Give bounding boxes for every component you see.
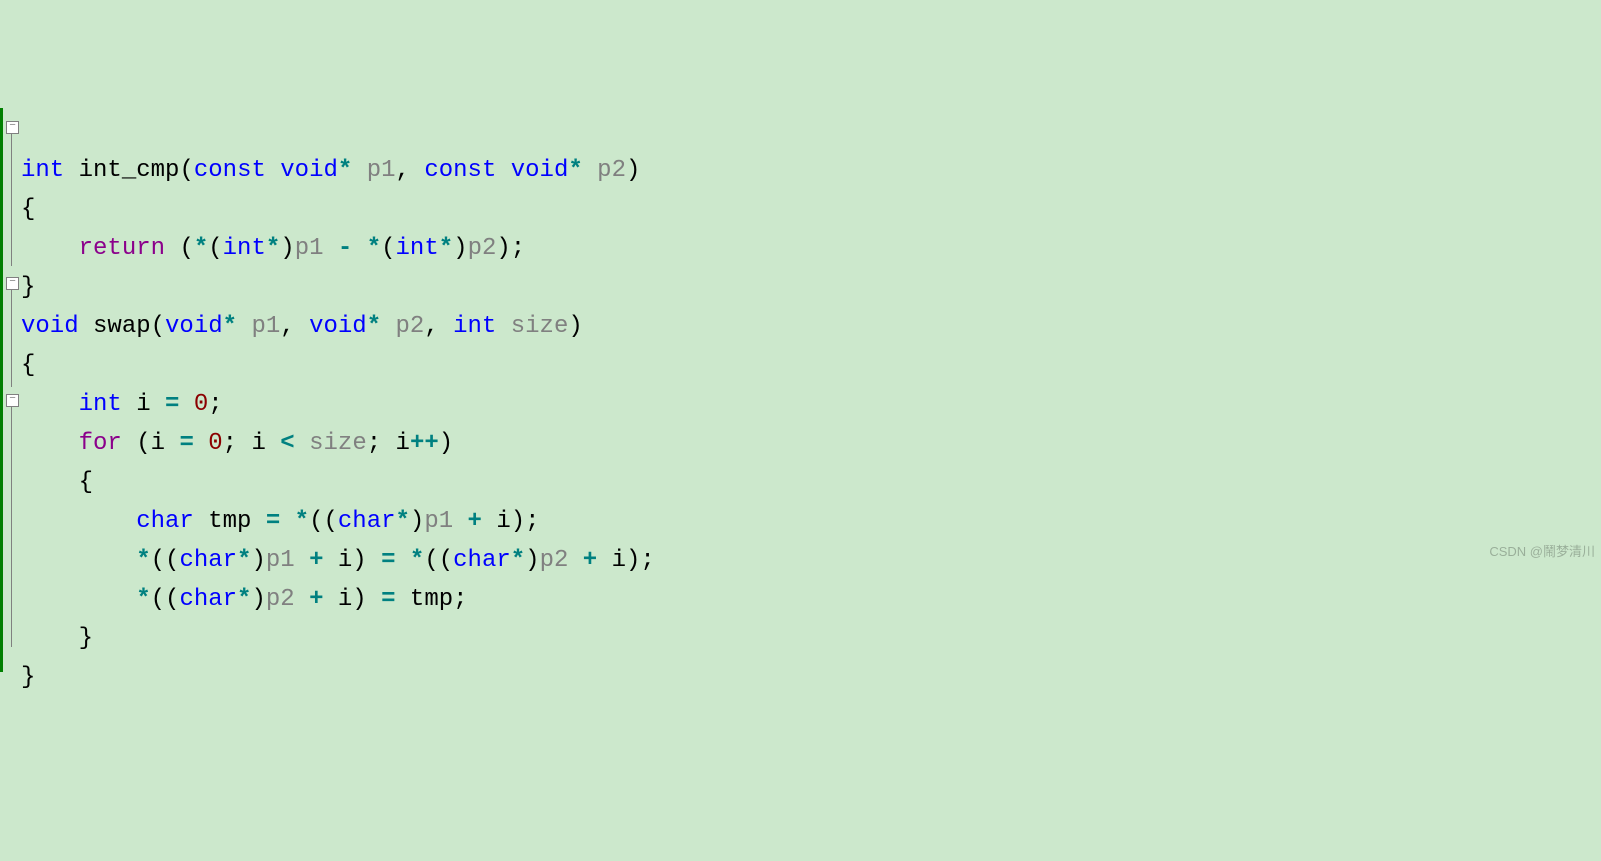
- code-line: int int_cmp(const void* p1, const void* …: [21, 151, 1601, 190]
- code-line: *((char*)p1 + i) = *((char*)p2 + i);: [21, 541, 1601, 580]
- code-line: }: [21, 619, 1601, 658]
- code-line: return (*(int*)p1 - *(int*)p2);: [21, 229, 1601, 268]
- code-line: char tmp = *((char*)p1 + i);: [21, 502, 1601, 541]
- fold-box-icon[interactable]: −: [6, 394, 19, 407]
- code-line: *((char*)p2 + i) = tmp;: [21, 580, 1601, 619]
- code-line: }: [21, 658, 1601, 697]
- fold-box-icon[interactable]: −: [6, 121, 19, 134]
- code-line: }: [21, 268, 1601, 307]
- code-line: {: [21, 463, 1601, 502]
- code-line: {: [21, 346, 1601, 385]
- code-line: int i = 0;: [21, 385, 1601, 424]
- code-line: {: [21, 190, 1601, 229]
- watermark: CSDN @鬧梦清川: [1489, 541, 1595, 560]
- fold-gutter: − − −: [0, 108, 21, 672]
- code-line: for (i = 0; i < size; i++): [21, 424, 1601, 463]
- fold-box-icon[interactable]: −: [6, 277, 19, 290]
- code-area: int int_cmp(const void* p1, const void* …: [21, 108, 1601, 672]
- code-editor: − − − int int_cmp(const void* p1, const …: [0, 108, 1601, 672]
- code-line: void swap(void* p1, void* p2, int size): [21, 307, 1601, 346]
